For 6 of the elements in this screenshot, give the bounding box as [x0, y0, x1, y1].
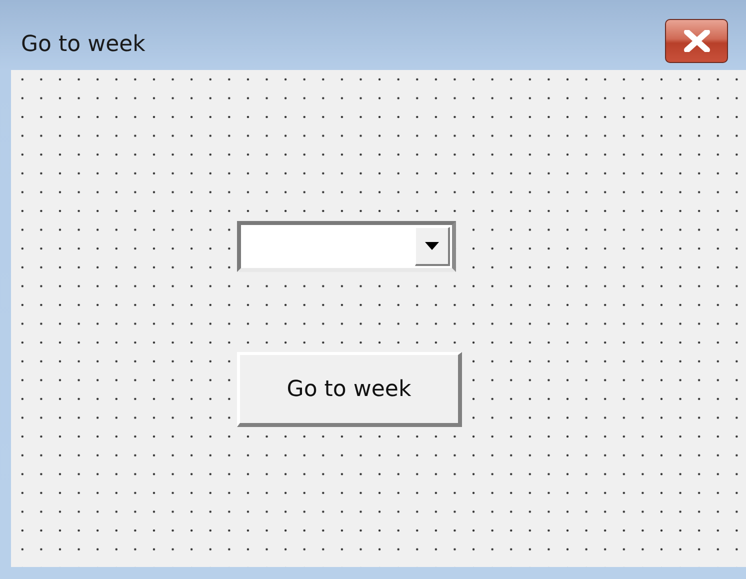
dropdown-field[interactable]	[237, 221, 456, 272]
go-to-week-button[interactable]: Go to week	[237, 352, 462, 427]
close-button[interactable]	[665, 19, 728, 63]
caret-icon	[425, 242, 439, 250]
window-title: Go to week	[21, 30, 146, 56]
close-icon	[684, 30, 710, 52]
